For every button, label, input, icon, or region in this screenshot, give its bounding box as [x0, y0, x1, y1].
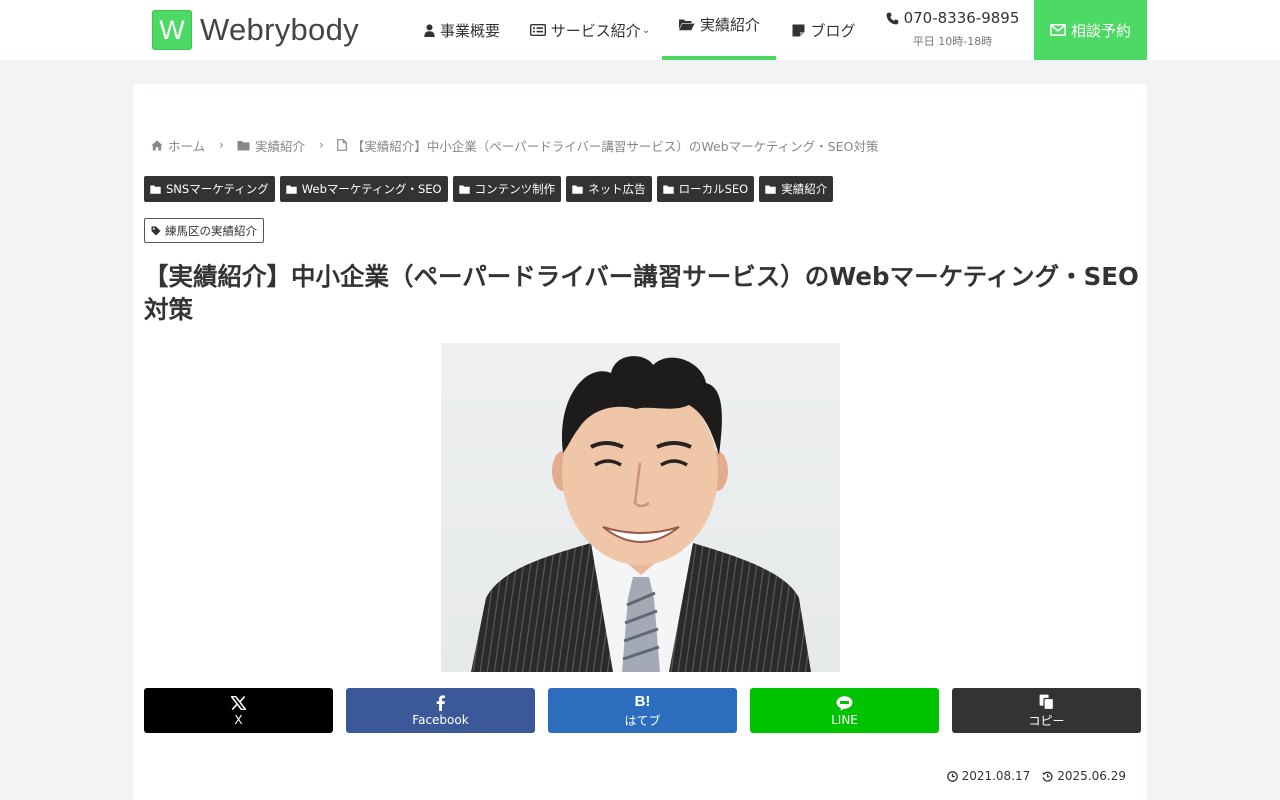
- tel-hours: 平日 10時-18時: [912, 35, 993, 48]
- logo-mark: W: [152, 10, 192, 50]
- nav-label: 事業概要: [439, 21, 500, 40]
- tel-block[interactable]: 070-8336-9895 平日 10時-18時: [880, 0, 1025, 60]
- category-text: コンテンツ制作: [474, 182, 556, 196]
- post-dates: 2021.08.17 2025.06.29: [946, 769, 1126, 783]
- list-icon: [529, 24, 546, 36]
- hatena-bookmark-icon: B!: [634, 693, 651, 710]
- category-label[interactable]: SNSマーケティング: [144, 176, 275, 202]
- chevron-right-icon: ›: [219, 138, 224, 152]
- breadcrumb-item-current: 【実績紹介】中小企業（ペーパードライバー講習サービス）のWebマーケティング・S…: [351, 138, 879, 154]
- category-text: 実績紹介: [781, 182, 828, 196]
- sticky-note-icon: [792, 24, 805, 37]
- category-text: SNSマーケティング: [166, 182, 269, 196]
- article-title: 【実績紹介】中小企業（ペーパードライバー講習サービス）のWebマーケティング・S…: [144, 262, 1139, 324]
- history-icon: [1042, 771, 1053, 782]
- eyecatch-image: [441, 343, 840, 672]
- user-icon: [424, 23, 435, 37]
- cta-label: 相談予約: [1070, 21, 1131, 40]
- share-facebook-button[interactable]: Facebook: [346, 688, 535, 733]
- envelope-icon: [1049, 24, 1066, 36]
- x-logo-icon: [231, 694, 246, 712]
- category-text: ローカルSEO: [678, 182, 749, 196]
- share-label: Facebook: [412, 713, 469, 727]
- category-label[interactable]: コンテンツ制作: [452, 176, 562, 202]
- home-icon: [151, 140, 163, 151]
- site-header: W Webrybody 事業概要 サービス紹介 ⌄ 実績紹介 ブログ 070-8…: [0, 0, 1280, 60]
- nav-item-works[interactable]: 実績紹介: [662, 0, 776, 60]
- share-hatena-button[interactable]: B! はてブ: [548, 688, 737, 733]
- share-x-button[interactable]: X: [144, 688, 333, 733]
- nav-label: サービス紹介: [550, 21, 641, 40]
- nav-label: ブログ: [810, 21, 856, 40]
- line-icon: [836, 694, 853, 712]
- breadcrumb-item-works[interactable]: 実績紹介: [255, 136, 305, 155]
- updated-date: 2025.06.29: [1042, 769, 1126, 783]
- tag-label[interactable]: 練馬区の実績紹介: [144, 218, 264, 243]
- category-label[interactable]: ローカルSEO: [656, 176, 755, 202]
- share-label: コピー: [1028, 713, 1065, 728]
- nav-label: 実績紹介: [699, 15, 760, 34]
- folder-open-icon: [678, 18, 695, 31]
- updated-date-text: 2025.06.29: [1057, 769, 1126, 783]
- category-label[interactable]: 実績紹介: [759, 176, 834, 202]
- share-buttons: X Facebook B! はてブ LINE コピー: [144, 688, 1141, 733]
- copy-icon: [1039, 693, 1054, 711]
- nav-item-business[interactable]: 事業概要: [412, 0, 512, 60]
- share-label: LINE: [831, 713, 858, 727]
- facebook-icon: [436, 694, 445, 712]
- folder-icon: [458, 185, 470, 194]
- breadcrumb-item-home[interactable]: ホーム: [168, 136, 205, 155]
- chevron-down-icon: ⌄: [641, 24, 651, 36]
- category-label[interactable]: ネット広告: [566, 176, 652, 202]
- breadcrumb: ホーム › 実績紹介 › 【実績紹介】中小企業（ペーパードライバー講習サービス）…: [151, 136, 879, 155]
- tel-number: 070-8336-9895: [903, 9, 1020, 27]
- share-label: はてブ: [624, 713, 661, 728]
- folder-icon: [662, 185, 674, 194]
- consult-reservation-button[interactable]: 相談予約: [1034, 0, 1147, 60]
- share-label: X: [234, 713, 243, 727]
- folder-icon: [237, 140, 250, 151]
- copy-link-button[interactable]: コピー: [952, 688, 1141, 733]
- phone-icon: [886, 12, 899, 25]
- logo-text: Webrybody: [200, 12, 359, 47]
- folder-icon: [572, 185, 583, 194]
- category-text: Webマーケティング・SEO: [301, 182, 442, 196]
- category-text: ネット広告: [588, 182, 646, 196]
- posted-date: 2021.08.17: [946, 769, 1031, 783]
- file-icon: [336, 139, 347, 151]
- chevron-right-icon: ›: [318, 138, 324, 152]
- tag-icon: [151, 226, 161, 236]
- folder-icon: [765, 185, 776, 194]
- nav-item-blog[interactable]: ブログ: [782, 0, 866, 60]
- article-card: ホーム › 実績紹介 › 【実績紹介】中小企業（ペーパードライバー講習サービス）…: [133, 84, 1147, 800]
- clock-icon: [946, 770, 958, 782]
- share-line-button[interactable]: LINE: [750, 688, 939, 733]
- folder-icon: [286, 185, 297, 194]
- nav-item-services[interactable]: サービス紹介 ⌄: [520, 0, 660, 60]
- category-list: SNSマーケティング Webマーケティング・SEO コンテンツ制作 ネット広告 …: [144, 176, 834, 202]
- folder-icon: [150, 185, 161, 194]
- posted-date-text: 2021.08.17: [961, 769, 1031, 783]
- tag-text: 練馬区の実績紹介: [165, 223, 257, 238]
- site-logo[interactable]: W Webrybody: [152, 10, 359, 50]
- category-label[interactable]: Webマーケティング・SEO: [279, 176, 448, 202]
